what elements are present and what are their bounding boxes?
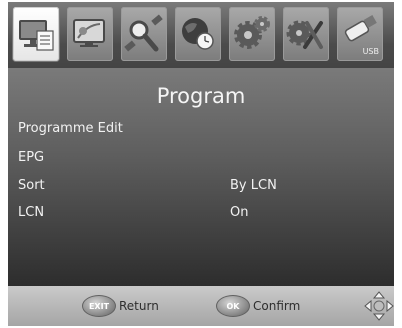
menu-tab-bar: USB xyxy=(8,2,394,68)
menu-row-label: EPG xyxy=(18,150,45,165)
confirm-hint[interactable]: OK Confirm xyxy=(216,293,300,319)
return-hint[interactable]: EXIT Return xyxy=(82,293,159,319)
time-icon xyxy=(182,18,214,50)
menu-row-label: Sort xyxy=(18,178,45,193)
exit-key-icon: EXIT xyxy=(82,295,116,317)
menu-row-value: By LCN xyxy=(230,178,277,193)
program-menu: Program Programme Edit EPG Sort By LCN L… xyxy=(8,68,394,286)
tab-system-tools[interactable] xyxy=(283,7,329,61)
osd-screen: USB Program Programme Edit EPG Sort By L… xyxy=(8,2,394,326)
menu-row-label: LCN xyxy=(18,205,45,220)
ok-key-icon: OK xyxy=(216,295,250,317)
system-tools-icon xyxy=(286,20,323,49)
menu-row-programme-edit[interactable]: Programme Edit xyxy=(18,121,384,141)
channel-search-icon xyxy=(124,14,163,52)
confirm-label: Confirm xyxy=(253,299,301,313)
usb-label: USB xyxy=(362,47,379,56)
tab-program[interactable] xyxy=(13,7,59,61)
tv-program-icon xyxy=(19,20,54,51)
menu-row-lcn[interactable]: LCN On xyxy=(18,205,384,225)
tab-picture[interactable] xyxy=(67,7,113,61)
menu-row-label: Programme Edit xyxy=(18,121,123,136)
dpad-icon xyxy=(364,291,394,321)
menu-row-epg[interactable]: EPG xyxy=(18,150,384,170)
tab-settings[interactable] xyxy=(229,7,275,61)
settings-icon xyxy=(234,16,270,49)
return-label: Return xyxy=(119,299,159,313)
tab-time[interactable] xyxy=(175,7,221,61)
menu-row-value: On xyxy=(230,205,249,220)
tab-usb[interactable]: USB xyxy=(337,7,383,61)
footer-hint-bar: EXIT Return OK Confirm xyxy=(8,286,394,326)
picture-icon xyxy=(73,19,105,47)
page-title: Program xyxy=(156,84,246,108)
menu-row-sort[interactable]: Sort By LCN xyxy=(18,178,384,198)
tab-channel-search[interactable] xyxy=(121,7,167,61)
